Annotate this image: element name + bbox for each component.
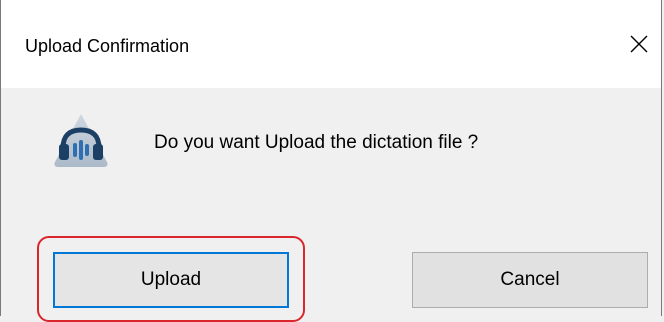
cancel-button[interactable]: Cancel xyxy=(412,252,648,308)
confirmation-message: Do you want Upload the dictation file ? xyxy=(154,132,479,153)
upload-button[interactable]: Upload xyxy=(53,252,289,308)
headphones-app-icon xyxy=(49,110,113,174)
dialog-title: Upload Confirmation xyxy=(25,36,190,56)
upload-confirmation-dialog: Upload Confirmation Do you want Upload t… xyxy=(0,0,662,322)
close-button[interactable] xyxy=(621,22,657,66)
close-icon xyxy=(629,34,649,54)
title-bar: Upload Confirmation xyxy=(1,0,661,88)
